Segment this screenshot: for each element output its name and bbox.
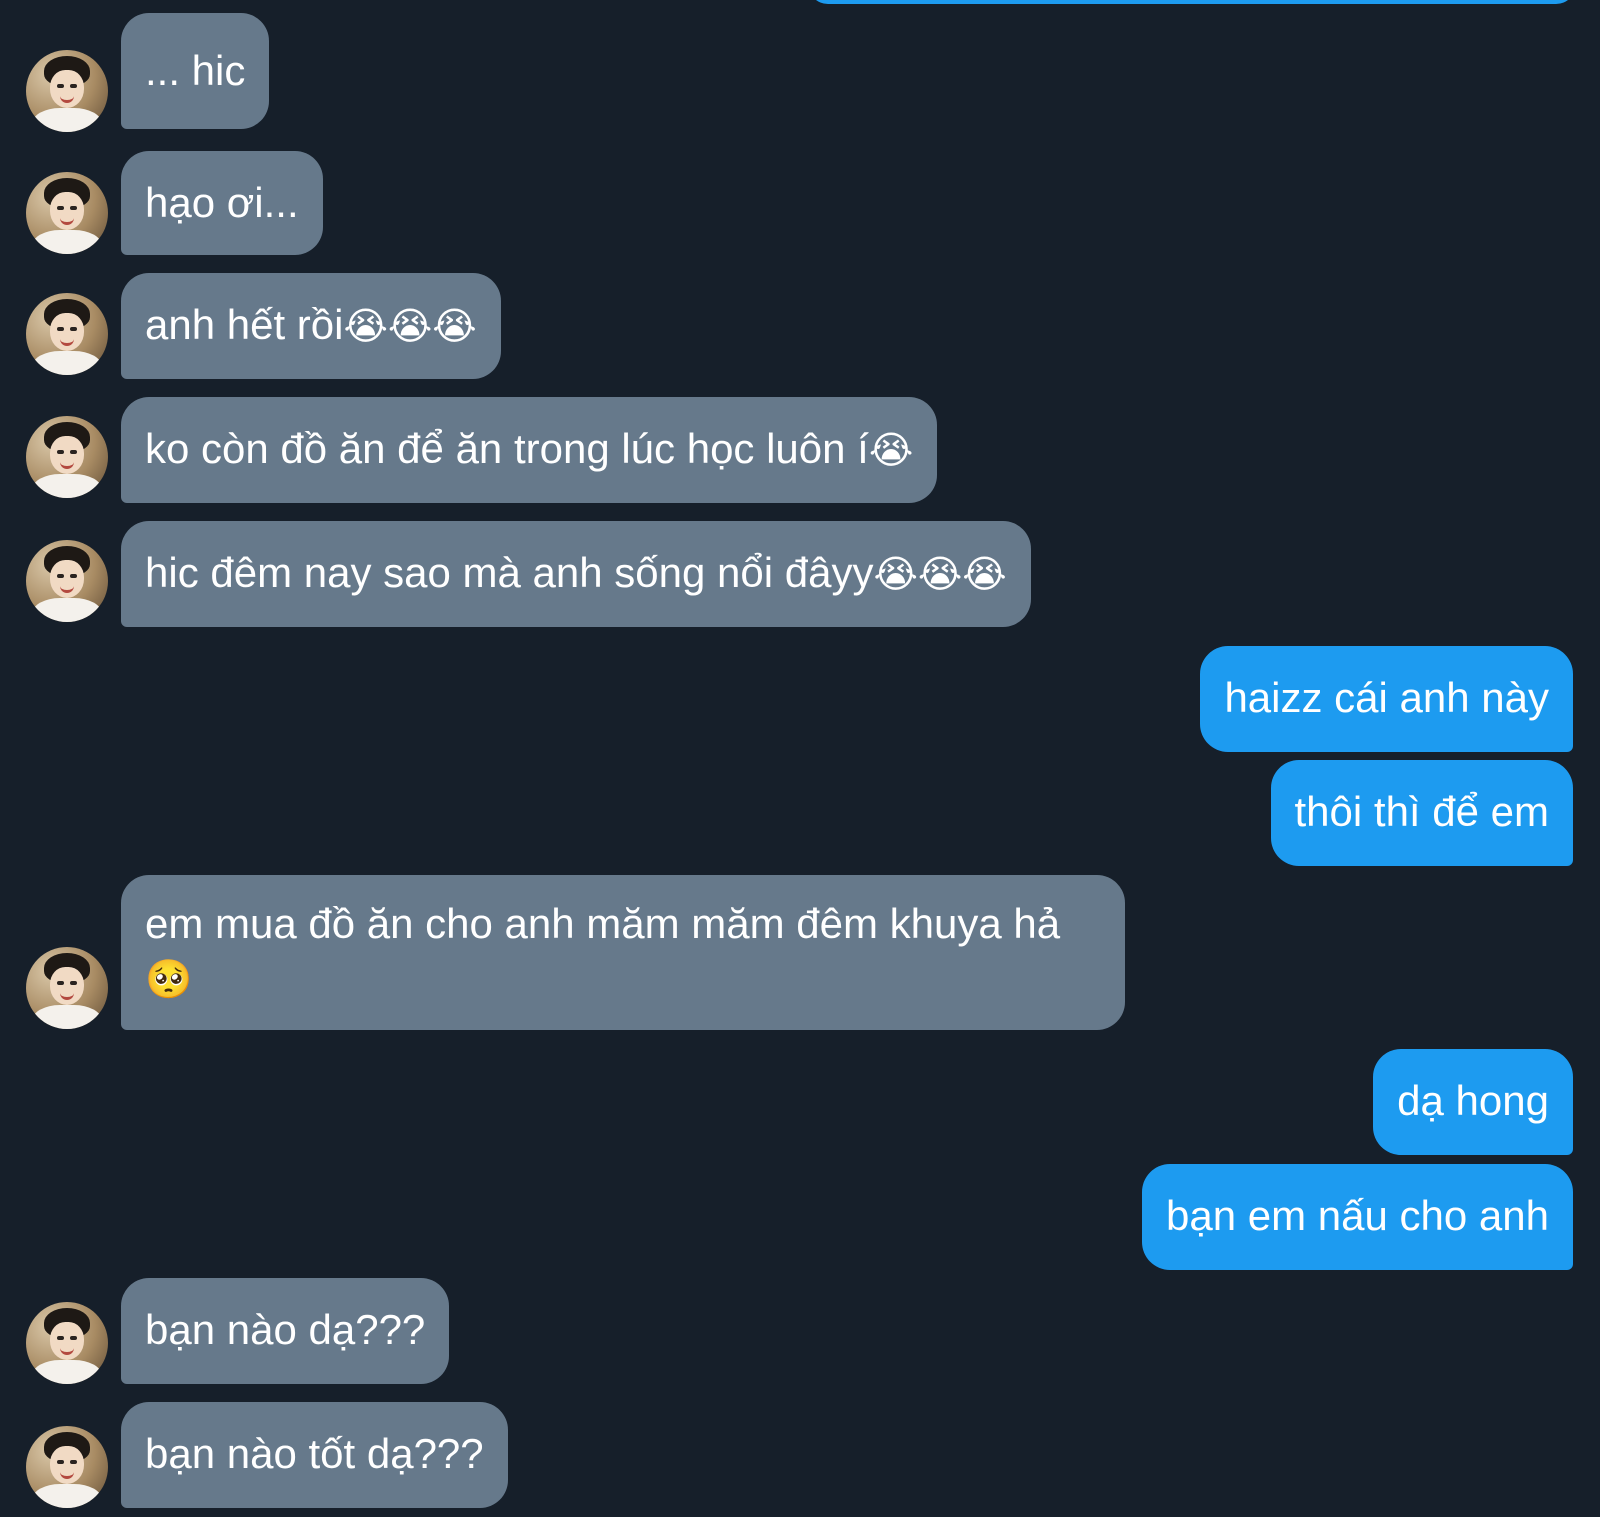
previous-message-bubble-edge [808,0,1576,4]
loudly-crying-emoji-icon: 😭😭😭 [873,552,1007,596]
message-text: anh hết rồi [145,301,344,348]
message-text: hạo ơi... [145,179,299,226]
message-text: bạn nào tốt dạ??? [145,1430,484,1477]
message-text: ko còn đồ ăn để ăn trong lúc học luôn í [145,425,869,472]
contact-avatar[interactable] [26,947,108,1029]
outgoing-message-bubble[interactable]: thôi thì để em [1270,760,1573,866]
message-text: bạn em nấu cho anh [1166,1192,1549,1239]
incoming-message-bubble[interactable]: ... hic [121,13,270,129]
incoming-message-bubble[interactable]: em mua đồ ăn cho anh măm măm đêm khuya h… [121,875,1125,1030]
contact-avatar[interactable] [26,293,108,375]
message-text: ... hic [145,47,246,94]
contact-avatar[interactable] [26,1426,108,1508]
incoming-message-bubble[interactable]: hạo ơi... [121,151,323,255]
loudly-crying-emoji-icon: 😭😭😭 [343,304,477,348]
outgoing-message-bubble[interactable]: haizz cái anh này [1200,646,1573,752]
message-text: em mua đồ ăn cho anh măm măm đêm khuya h… [145,900,1061,947]
loudly-crying-emoji-icon: 😭 [868,428,914,472]
contact-avatar[interactable] [26,172,108,254]
contact-avatar[interactable] [26,1302,108,1384]
outgoing-message-bubble[interactable]: bạn em nấu cho anh [1142,1164,1573,1270]
message-text: bạn nào dạ??? [145,1306,426,1353]
message-text: hic đêm nay sao mà anh sống nổi đâyy [145,549,874,596]
pleading-face-emoji-icon: 🥺 [145,957,193,1001]
incoming-message-bubble[interactable]: bạn nào tốt dạ??? [121,1402,508,1508]
incoming-message-bubble[interactable]: ko còn đồ ăn để ăn trong lúc học luôn í😭 [121,397,938,503]
message-text: haizz cái anh này [1224,674,1549,721]
contact-avatar[interactable] [26,540,108,622]
contact-avatar[interactable] [26,416,108,498]
incoming-message-bubble[interactable]: hic đêm nay sao mà anh sống nổi đâyy😭😭😭 [121,521,1031,627]
incoming-message-bubble[interactable]: anh hết rồi😭😭😭 [121,273,501,379]
message-text: thôi thì để em [1294,788,1549,835]
outgoing-message-bubble[interactable]: dạ hong [1373,1049,1573,1155]
contact-avatar[interactable] [26,50,108,132]
chat-thread[interactable]: ... hic hạo ơi... anh hết rồi😭😭😭 ko còn … [0,0,1600,1517]
incoming-message-bubble[interactable]: bạn nào dạ??? [121,1278,450,1384]
message-text: dạ hong [1397,1077,1549,1124]
